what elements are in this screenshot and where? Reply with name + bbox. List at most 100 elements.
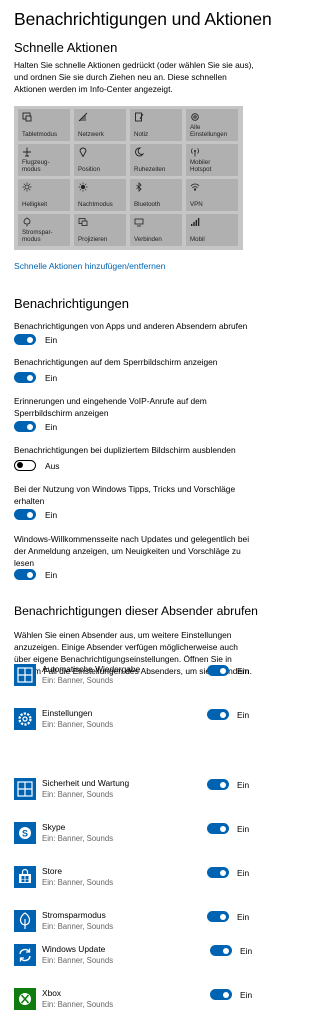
tile-all-settings[interactable]: Alle Einstellungen (186, 109, 238, 141)
sender-status: Ein: Banner, Sounds (42, 676, 114, 685)
tile-label: Nachtmodus (78, 201, 113, 208)
tile-tablet-mode[interactable]: Tabletmodus (18, 109, 70, 141)
tile-label: Alle Einstellungen (190, 124, 228, 138)
tile-network[interactable]: Netzwerk (74, 109, 126, 141)
battery-saver-icon (14, 910, 36, 932)
battery-saver-icon (23, 217, 31, 227)
sender-name: Windows Update (42, 944, 106, 954)
tile-label: Netzwerk (78, 131, 104, 138)
toggle-knob (27, 374, 33, 381)
sender-name: Skype (42, 822, 66, 832)
tile-note[interactable]: Notiz (130, 109, 182, 141)
tile-brightness[interactable]: Helligkeit (18, 179, 70, 211)
tile-label: Helligkeit (22, 201, 48, 208)
tile-connect[interactable]: Verbinden (130, 214, 182, 246)
tile-label: Flugzeug-modus (22, 159, 50, 173)
security-maintenance-icon (14, 778, 36, 800)
toggle-knob (220, 869, 226, 876)
notifications-heading: Benachrichtigungen (14, 296, 129, 311)
xbox-icon (14, 988, 36, 1010)
toggle-state: Ein (237, 710, 250, 720)
toggle-sender[interactable] (210, 989, 232, 1000)
night-light-icon (78, 182, 88, 192)
gear-icon (191, 113, 199, 121)
tile-label: Mobil (190, 236, 205, 243)
toggle-knob (27, 511, 33, 518)
svg-text:S: S (22, 829, 28, 839)
toggle-sender[interactable] (210, 945, 232, 956)
toggle-sender[interactable] (207, 709, 229, 720)
tile-night-light[interactable]: Nachtmodus (74, 179, 126, 211)
tile-airplane-mode[interactable]: Flugzeug-modus (18, 144, 70, 176)
setting-label-voip: Erinnerungen und eingehende VoIP-Anrufe … (14, 396, 207, 418)
toggle-state: Ein (45, 373, 58, 383)
setting-label-duplicate-screen: Benachrichtigungen bei dupliziertem Bild… (14, 445, 236, 455)
toggle-state: Ein (45, 570, 58, 580)
sender-status: Ein: Banner, Sounds (42, 956, 114, 965)
sender-name: Automatische Wiedergabe (42, 664, 141, 674)
quick-actions-description: Halten Sie schnelle Aktionen gedrückt (o… (14, 60, 254, 94)
tile-quiet-hours[interactable]: Ruhezeiten (130, 144, 182, 176)
quick-actions-grid: Tabletmodus Netzwerk Notiz Alle Einstell… (14, 106, 243, 250)
toggle-knob (223, 947, 229, 954)
toggle-sender[interactable] (207, 867, 229, 878)
tile-label: Position (78, 166, 101, 173)
toggle-apps-notifications[interactable] (14, 334, 36, 345)
toggle-knob (220, 667, 226, 674)
tile-label: Projizieren (78, 236, 108, 243)
settings-icon (14, 708, 36, 730)
toggle-state: Ein (45, 510, 58, 520)
toggle-knob (220, 711, 226, 718)
tile-bluetooth[interactable]: Bluetooth (130, 179, 182, 211)
sender-name: Einstellungen (42, 708, 93, 718)
connect-icon (134, 218, 144, 227)
setting-label-lockscreen: Benachrichtigungen auf dem Sperrbildschi… (14, 357, 218, 367)
toggle-sender[interactable] (207, 665, 229, 676)
toggle-state: Ein (240, 946, 253, 956)
toggle-knob (220, 825, 226, 832)
toggle-state: Ein (45, 422, 58, 432)
toggle-state: Ein (237, 666, 250, 676)
toggle-sender[interactable] (207, 779, 229, 790)
tile-cellular[interactable]: Mobil (186, 214, 238, 246)
tile-vpn[interactable]: VPN (186, 179, 238, 211)
tile-label: VPN (190, 201, 203, 208)
toggle-sender[interactable] (207, 911, 229, 922)
skype-icon: S (14, 822, 36, 844)
toggle-state: Aus (45, 461, 60, 471)
toggle-knob (220, 913, 226, 920)
toggle-state: Ein (237, 780, 250, 790)
toggle-voip-reminders[interactable] (14, 421, 36, 432)
autoplay-icon (14, 664, 36, 686)
location-icon (79, 147, 87, 157)
toggle-duplicate-screen[interactable] (14, 460, 36, 471)
tile-battery-saver[interactable]: Stromspar-modus (18, 214, 70, 246)
toggle-lockscreen-notifications[interactable] (14, 372, 36, 383)
toggle-welcome-experience[interactable] (14, 569, 36, 580)
page-title: Benachrichtigungen und Aktionen (14, 9, 272, 29)
hotspot-icon (191, 148, 199, 157)
quick-actions-heading: Schnelle Aktionen (14, 40, 118, 55)
bluetooth-icon (136, 182, 142, 192)
toggle-knob (223, 991, 229, 998)
tile-project[interactable]: Projizieren (74, 214, 126, 246)
cellular-icon (191, 218, 200, 226)
sender-name: Sicherheit und Wartung (42, 778, 130, 788)
toggle-tips[interactable] (14, 509, 36, 520)
tile-mobile-hotspot[interactable]: Mobiler Hotspot (186, 144, 238, 176)
toggle-state: Ein (237, 868, 250, 878)
toggle-sender[interactable] (207, 823, 229, 834)
vpn-icon (190, 183, 200, 191)
sender-name: Stromsparmodus (42, 910, 106, 920)
sender-status: Ein: Banner, Sounds (42, 720, 114, 729)
toggle-knob (17, 462, 23, 468)
toggle-state: Ein (240, 990, 253, 1000)
project-icon (78, 218, 88, 226)
tile-location[interactable]: Position (74, 144, 126, 176)
sender-status: Ein: Banner, Sounds (42, 922, 114, 931)
setting-label-tips: Bei der Nutzung von Windows Tipps, Trick… (14, 484, 236, 506)
add-remove-quick-actions-link[interactable]: Schnelle Aktionen hinzufügen/entfernen (14, 261, 165, 271)
network-icon (78, 112, 88, 122)
note-icon (135, 112, 144, 122)
sender-status: Ein: Banner, Sounds (42, 834, 114, 843)
